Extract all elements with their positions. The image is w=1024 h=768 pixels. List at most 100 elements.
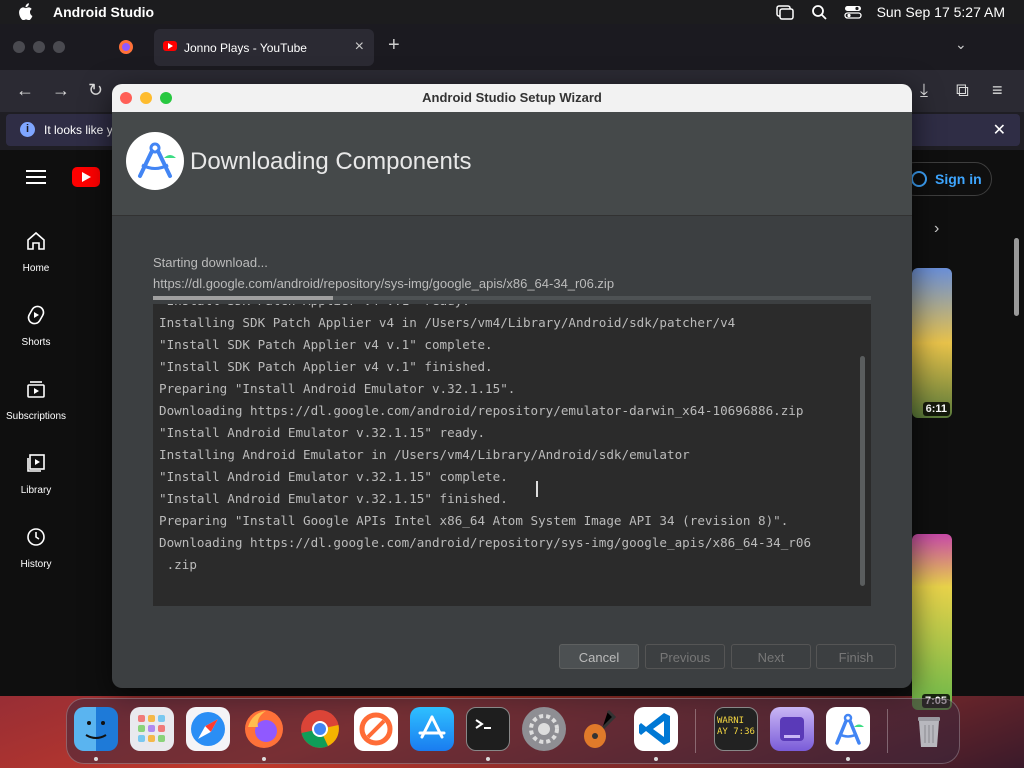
history-icon [27, 528, 45, 546]
dock-separator [695, 709, 696, 753]
menu-clock[interactable]: Sun Sep 17 5:27 AM [877, 4, 1005, 20]
active-app-name[interactable]: Android Studio [53, 4, 154, 20]
list-tabs-chevron-icon[interactable]: ⌄ [955, 36, 967, 53]
hamburger-menu-icon[interactable] [26, 170, 46, 184]
menu-bar: Android Studio Sun Sep 17 5:27 AM [0, 0, 1024, 24]
window-title: Android Studio Setup Wizard [422, 90, 602, 105]
log-line: "Install SDK Patch Applier v4 v.1" compl… [159, 337, 493, 352]
trash-icon[interactable] [907, 707, 951, 751]
video-thumbnail[interactable]: 6:11 [912, 268, 952, 418]
postman-icon[interactable] [354, 707, 398, 751]
shorts-icon [27, 305, 45, 325]
page-scrollbar[interactable] [1014, 238, 1019, 316]
sidebar-label: Library [20, 485, 52, 496]
account-icon [911, 171, 927, 187]
close-dot[interactable] [13, 41, 25, 53]
downloads-icon[interactable]: ⤓ [920, 80, 928, 101]
terminal-icon[interactable] [466, 707, 510, 751]
window-switch-icon[interactable] [776, 4, 794, 20]
reload-icon[interactable]: ↻ [88, 80, 103, 101]
wizard-header: Downloading Components [112, 112, 912, 216]
download-progress-bar [153, 296, 871, 300]
sidebar-item-shorts[interactable]: Shorts [0, 304, 72, 348]
sign-in-button[interactable]: Sign in [898, 162, 992, 196]
setup-wizard-window: Android Studio Setup Wizard Downloading … [112, 84, 912, 688]
home-icon [27, 231, 45, 250]
log-line: Downloading https://dl.google.com/androi… [159, 403, 804, 418]
progress-fill [153, 296, 333, 300]
vscode-icon[interactable] [634, 707, 678, 751]
zoom-dot[interactable] [53, 41, 65, 53]
garageband-icon[interactable] [578, 707, 622, 751]
download-url: https://dl.google.com/android/repository… [153, 276, 615, 291]
sidebar-label: Home [22, 263, 50, 274]
close-notification-icon[interactable]: ✕ [993, 120, 1006, 140]
window-titlebar[interactable]: Android Studio Setup Wizard [112, 84, 912, 112]
next-button[interactable]: Next [731, 644, 811, 669]
info-icon: i [20, 122, 35, 137]
youtube-logo[interactable] [72, 167, 100, 187]
log-scrollbar[interactable] [860, 356, 865, 586]
log-line: "Install SDK Patch Applier v4 v.1" ready… [159, 304, 859, 312]
app-store-icon[interactable] [410, 707, 454, 751]
finder-icon[interactable] [74, 707, 118, 751]
sidebar-item-subscriptions[interactable]: Subscriptions [0, 378, 72, 422]
cancel-button[interactable]: Cancel [559, 644, 639, 669]
running-indicator [262, 757, 266, 761]
youtube-favicon-icon [163, 41, 177, 51]
log-line: Installing SDK Patch Applier v4 in /User… [159, 315, 736, 330]
chevron-right-icon[interactable]: › [934, 220, 939, 238]
extensions-icon[interactable]: ⧉ [956, 80, 969, 101]
video-thumbnail[interactable]: 7:05 [912, 534, 952, 710]
log-line: "Install Android Emulator v.32.1.15" rea… [159, 425, 486, 440]
sidebar-item-home[interactable]: Home [0, 230, 72, 274]
safari-icon[interactable] [186, 707, 230, 751]
android-studio-icon[interactable] [826, 707, 870, 751]
launchpad-icon[interactable] [130, 707, 174, 751]
wizard-heading: Downloading Components [190, 148, 472, 175]
log-line: Preparing "Install Android Emulator v.32… [159, 381, 516, 396]
finish-button[interactable]: Finish [816, 644, 896, 669]
control-center-icon[interactable] [844, 4, 862, 20]
close-tab-icon[interactable]: × [355, 38, 364, 56]
browser-tab[interactable]: Jonno Plays - YouTube × [154, 29, 374, 66]
search-icon[interactable] [811, 4, 829, 20]
running-indicator [846, 757, 850, 761]
sidebar-item-history[interactable]: History [0, 526, 72, 570]
log-lines: "Install SDK Patch Applier v4 v.1" ready… [159, 304, 859, 576]
minimize-dot[interactable] [33, 41, 45, 53]
library-icon [27, 454, 45, 472]
sidebar-item-library[interactable]: Library [0, 452, 72, 496]
menu-icon[interactable]: ≡ [992, 80, 1003, 101]
log-line: "Install SDK Patch Applier v4 v.1" finis… [159, 359, 493, 374]
download-log[interactable]: "Install SDK Patch Applier v4 v.1" ready… [153, 304, 871, 606]
text-cursor-icon [536, 481, 538, 497]
back-icon[interactable]: ← [16, 80, 34, 101]
dock: WARNI AY 7:36 [66, 698, 960, 764]
running-indicator [94, 757, 98, 761]
tab-bar: Jonno Plays - YouTube × + ⌄ [0, 24, 1024, 70]
system-settings-icon[interactable] [522, 707, 566, 751]
sidebar-label: Subscriptions [5, 411, 67, 422]
download-status: Starting download... [153, 255, 268, 270]
sidebar-label: History [20, 559, 52, 570]
new-tab-icon[interactable]: + [388, 34, 400, 57]
sign-in-label: Sign in [935, 171, 982, 187]
android-studio-logo-icon [126, 132, 184, 190]
running-indicator [486, 757, 490, 761]
log-line: Downloading https://dl.google.com/androi… [159, 535, 812, 550]
previous-button[interactable]: Previous [645, 644, 725, 669]
dock-separator [887, 709, 888, 753]
tab-title: Jonno Plays - YouTube [184, 41, 307, 55]
log-line: "Install Android Emulator v.32.1.15" fin… [159, 491, 508, 506]
disk-utility-icon[interactable] [770, 707, 814, 751]
chrome-icon[interactable] [298, 707, 342, 751]
forward-icon[interactable]: → [52, 80, 70, 101]
console-icon[interactable]: WARNI AY 7:36 [714, 707, 758, 751]
firefox-view-icon[interactable] [118, 39, 134, 55]
firefox-icon[interactable] [242, 707, 286, 751]
subscriptions-icon [27, 381, 45, 398]
apple-icon[interactable] [19, 3, 35, 20]
sidebar-label: Shorts [21, 337, 51, 348]
log-line: .zip [159, 557, 197, 572]
